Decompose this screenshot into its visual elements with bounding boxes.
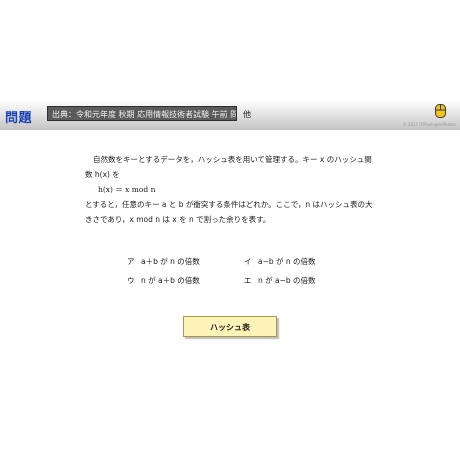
choice-text: n が a−b の倍数 (258, 276, 316, 285)
choice-mark: ア (127, 257, 135, 266)
choice-e[interactable]: エ n が a−b の倍数 (244, 275, 316, 286)
choice-mark: ウ (127, 276, 135, 285)
choice-a[interactable]: ア a＋b が n の倍数 (127, 256, 200, 267)
page-title: 問題 (5, 111, 33, 126)
choice-text: n が a＋b の倍数 (141, 276, 200, 285)
mouse-logo-icon (435, 104, 446, 118)
source-label: 出典：令和元年度 秋期 応用情報技術者試験 午前 問7 (47, 106, 237, 121)
choice-mark: イ (244, 257, 252, 266)
question-text: 自然数をキーとするデータを，ハッシュ表を用いて管理する。キー x のハッシュ関 … (85, 152, 385, 227)
question-line-1: 自然数をキーとするデータを，ハッシュ表を用いて管理する。キー x のハッシュ関 (93, 155, 372, 164)
choice-text: a＋b が n の倍数 (141, 257, 200, 266)
choice-u[interactable]: ウ n が a＋b の倍数 (127, 275, 200, 286)
choice-mark: エ (244, 276, 252, 285)
choice-i[interactable]: イ a−b が n の倍数 (244, 256, 316, 267)
question-line-2: 数 h(x) を (85, 170, 120, 179)
choice-text: a−b が n の倍数 (258, 257, 316, 266)
hash-table-button[interactable]: ハッシュ表 (183, 316, 277, 337)
question-line-3: とすると，任意のキー a と b が衝突する条件はどれか。ここで，n はハッシュ… (85, 200, 373, 209)
question-line-4: きさであり，x mod n は x を n で割った余りを表す。 (85, 215, 271, 224)
other-suffix: 他 (243, 110, 251, 119)
hash-formula: h(x) ＝ x mod n (98, 185, 156, 194)
copyright-text: © 2017 ITMaxIngenPhotos (402, 122, 456, 127)
header-bar: 問題 出典：令和元年度 秋期 応用情報技術者試験 午前 問7 他 © 2017 … (0, 100, 460, 130)
